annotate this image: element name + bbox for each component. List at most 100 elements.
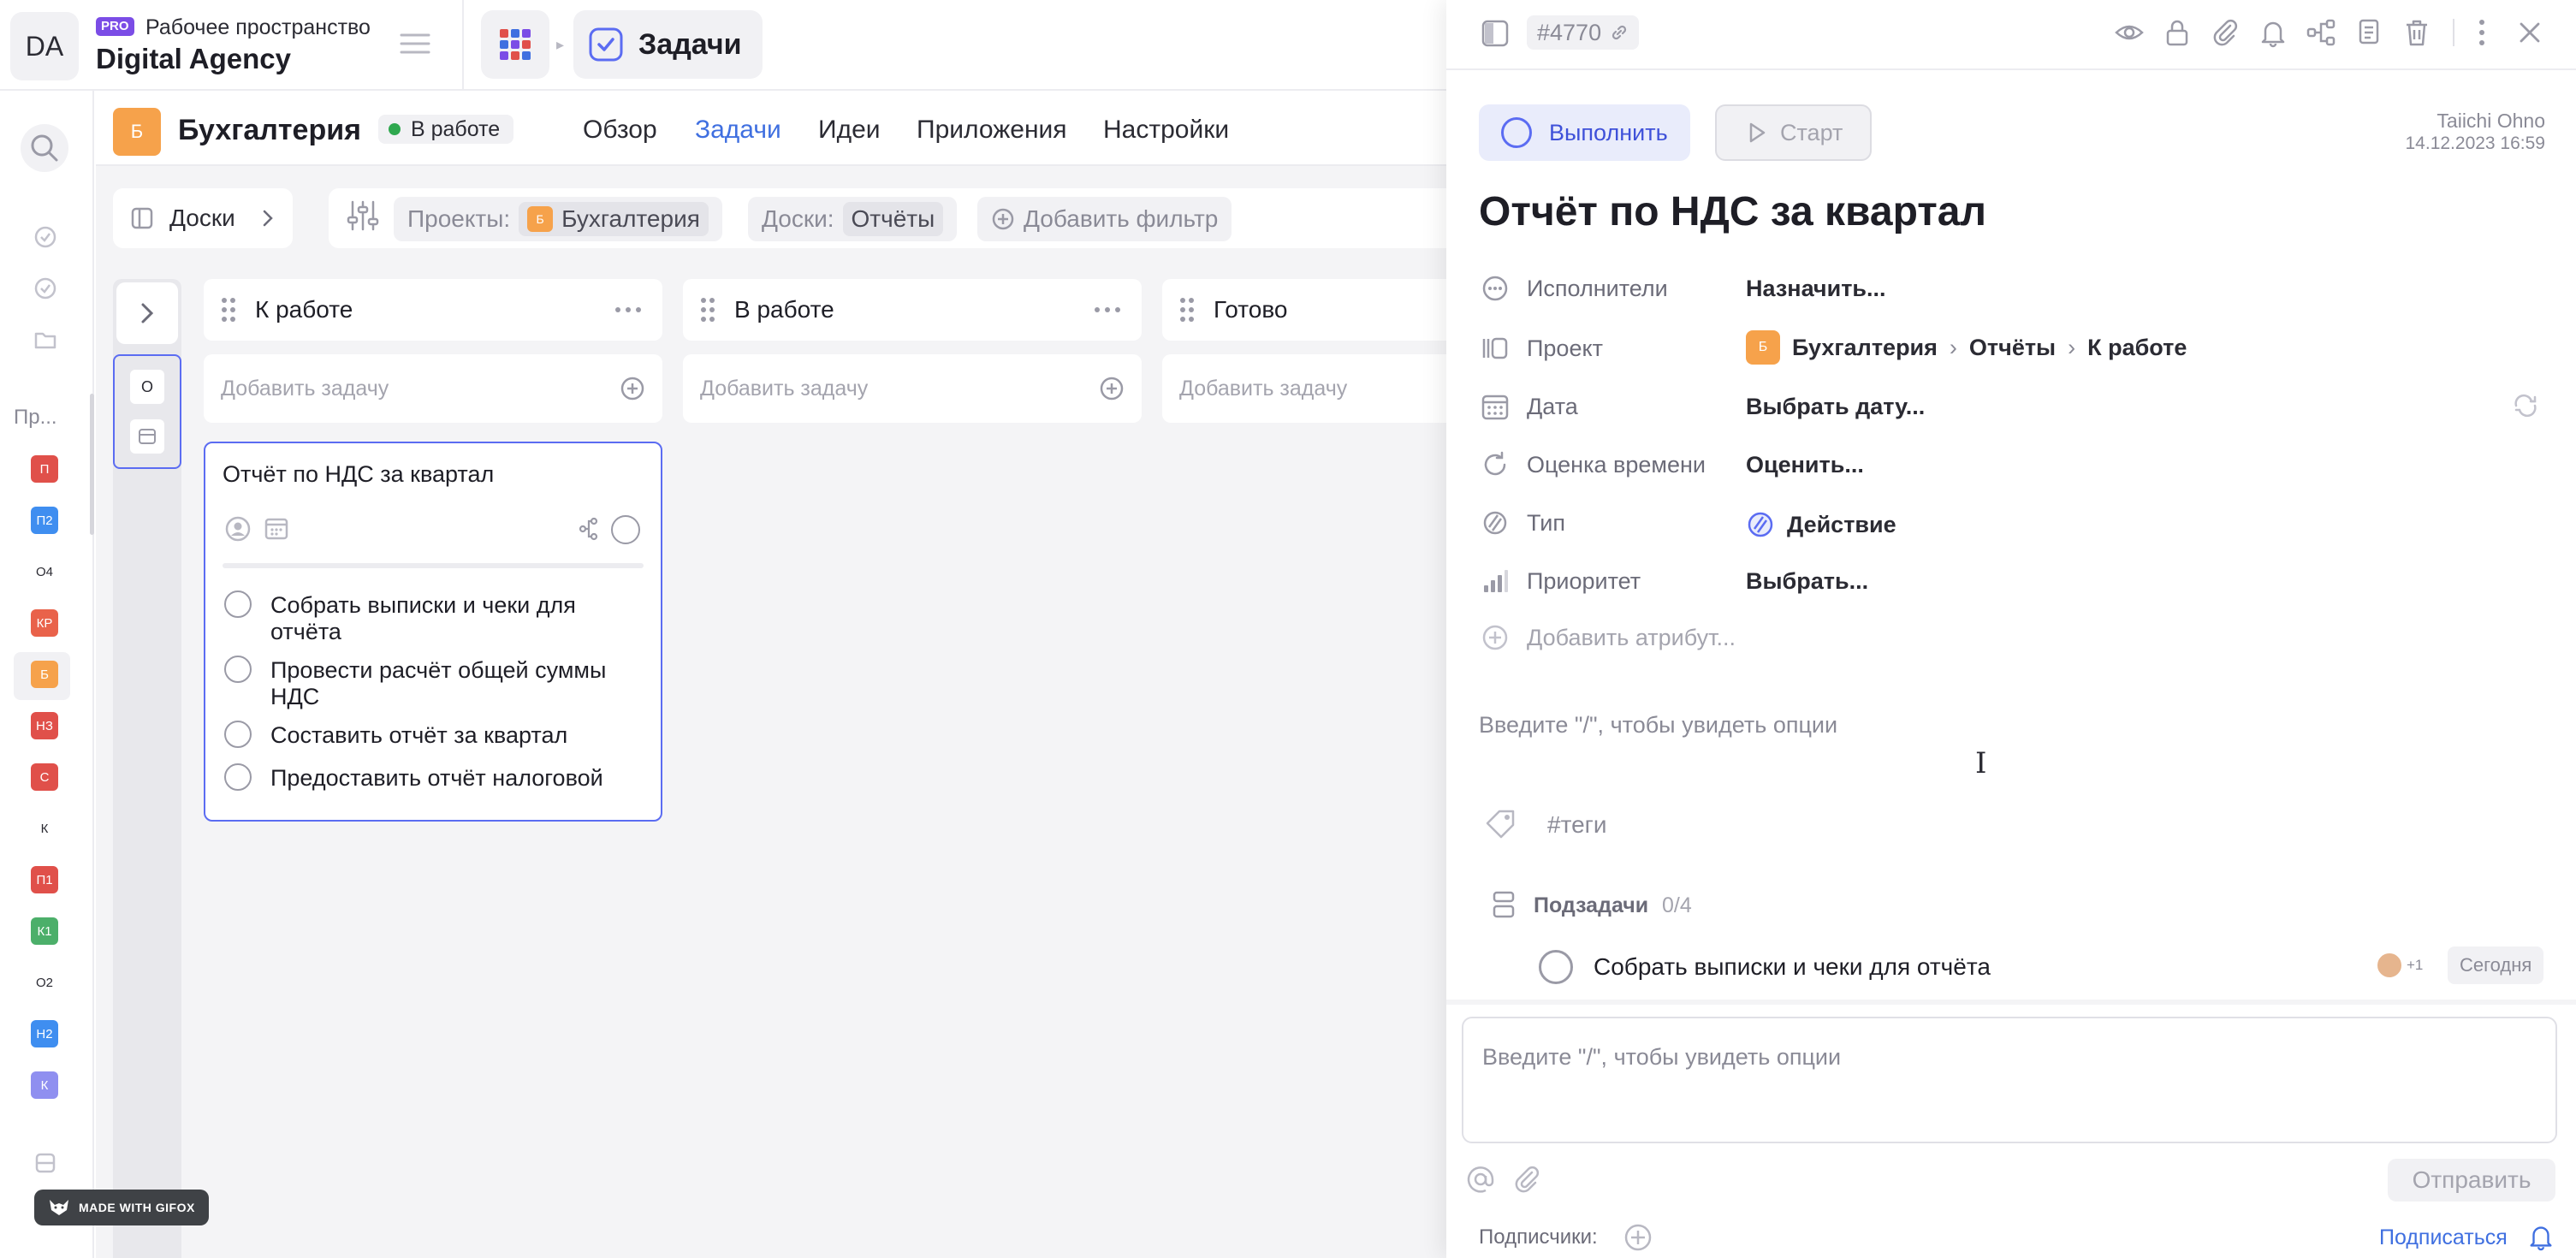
subtask-checkbox[interactable]: [1539, 950, 1573, 984]
rail-project-k-2[interactable]: К: [31, 1071, 58, 1099]
menu-icon[interactable]: [399, 31, 431, 56]
subtask-due-badge[interactable]: Сегодня: [2448, 946, 2544, 984]
tab-overview[interactable]: Обзор: [583, 116, 657, 145]
more-vertical-icon[interactable]: [2466, 17, 2497, 48]
project-path-project[interactable]: Бухгалтерия: [1792, 335, 1938, 361]
checklist-checkbox[interactable]: [224, 763, 252, 791]
column-header-in-progress[interactable]: В работе: [683, 279, 1142, 341]
workspace-avatar[interactable]: DA: [10, 12, 79, 80]
checklist-item[interactable]: Составить отчёт за квартал: [224, 721, 635, 749]
checklist-item[interactable]: Предоставить отчёт налоговой: [224, 763, 635, 792]
repeat-icon[interactable]: [2511, 394, 2540, 418]
rail-project-p1[interactable]: П1: [31, 866, 58, 893]
rail-project-b[interactable]: Б: [31, 661, 58, 688]
copy-icon[interactable]: [2353, 17, 2384, 48]
project-avatar[interactable]: Б: [113, 108, 161, 156]
filter-chip-projects[interactable]: Проекты: Б Бухгалтерия: [394, 197, 722, 241]
task-status-circle[interactable]: [611, 515, 640, 544]
apps-grid-button[interactable]: [481, 10, 549, 79]
rail-scrollbar[interactable]: [90, 394, 94, 535]
comment-input[interactable]: [1462, 1017, 2557, 1143]
boards-selector-button[interactable]: Доски: [113, 188, 293, 248]
column-header-done[interactable]: Готово: [1162, 279, 1446, 341]
add-attribute-icon[interactable]: [1481, 623, 1510, 652]
subtasks-tree-icon[interactable]: [577, 517, 601, 541]
rail-project-p2[interactable]: П2: [31, 507, 58, 534]
breadcrumb-tasks[interactable]: Задачи: [573, 10, 763, 79]
project-path-board[interactable]: Отчёты: [1969, 335, 2056, 361]
description-editor[interactable]: Введите "/", чтобы увидеть опции: [1479, 712, 1837, 739]
task-title[interactable]: Отчёт по НДС за квартал: [1479, 188, 1986, 235]
add-task-input-todo[interactable]: Добавить задачу: [204, 354, 662, 423]
rail-project-n2[interactable]: Н2: [31, 1020, 58, 1047]
collapsed-item-o[interactable]: О: [130, 370, 164, 404]
attachment-icon[interactable]: [2210, 17, 2241, 48]
filter-sliders-icon[interactable]: [346, 199, 380, 233]
add-task-input-done[interactable]: Добавить задачу: [1162, 354, 1446, 423]
rail-project-o4[interactable]: О4: [31, 558, 58, 585]
start-button[interactable]: Старт: [1715, 104, 1873, 161]
sidebar-toggle-icon[interactable]: [1481, 19, 1510, 48]
checklist-checkbox[interactable]: [224, 590, 252, 618]
date-value[interactable]: Выбрать дату...: [1746, 394, 1925, 420]
mention-icon[interactable]: [1465, 1164, 1496, 1195]
tags-input[interactable]: #теги: [1547, 811, 1607, 839]
task-id-badge[interactable]: #4770: [1527, 15, 1640, 50]
subscribe-link[interactable]: Подписаться: [2379, 1225, 2508, 1250]
project-name[interactable]: Бухгалтерия: [178, 114, 361, 147]
add-subscriber-icon[interactable]: [1623, 1222, 1653, 1253]
tab-settings[interactable]: Настройки: [1103, 116, 1229, 145]
rail-folder-icon[interactable]: [33, 327, 58, 353]
assignee-icon[interactable]: [224, 515, 252, 543]
checklist-item[interactable]: Собрать выписки и чеки для отчёта: [224, 590, 635, 645]
hierarchy-icon[interactable]: [2306, 17, 2336, 48]
rail-project-o2[interactable]: О2: [31, 969, 58, 996]
filter-chip-boards[interactable]: Доски: Отчёты: [748, 197, 958, 241]
checklist-checkbox[interactable]: [224, 656, 252, 683]
complete-button[interactable]: Выполнить: [1479, 104, 1690, 161]
rail-archive-icon[interactable]: [33, 1150, 58, 1176]
rail-project-nz[interactable]: НЗ: [31, 712, 58, 739]
attachment-icon[interactable]: [1511, 1164, 1542, 1195]
rail-project-kr[interactable]: КР: [31, 609, 58, 637]
project-status-badge[interactable]: В работе: [378, 115, 514, 144]
checklist-item[interactable]: Провести расчёт общей суммы НДС: [224, 656, 635, 710]
bell-icon[interactable]: [2526, 1222, 2555, 1251]
type-value[interactable]: Действие: [1746, 510, 1896, 539]
task-card-title[interactable]: Отчёт по НДС за квартал: [223, 461, 494, 488]
rail-search-button[interactable]: [21, 124, 68, 172]
send-button[interactable]: Отправить: [2388, 1159, 2555, 1202]
add-filter-button[interactable]: Добавить фильтр: [977, 197, 1232, 241]
board-icon: [139, 429, 156, 444]
bell-icon[interactable]: [2258, 17, 2288, 48]
lock-icon[interactable]: [2162, 17, 2193, 48]
assignees-value[interactable]: Назначить...: [1746, 276, 1886, 302]
rail-project-s[interactable]: С: [31, 763, 58, 791]
priority-value[interactable]: Выбрать...: [1746, 568, 1868, 595]
task-author: Taiichi Ohno: [2437, 110, 2545, 132]
tab-ideas[interactable]: Идеи: [818, 116, 881, 145]
close-icon[interactable]: [2514, 17, 2545, 48]
tab-apps[interactable]: Приложения: [917, 116, 1067, 145]
tab-tasks[interactable]: Задачи: [695, 116, 781, 145]
add-attribute-button[interactable]: Добавить атрибут...: [1527, 625, 1736, 651]
add-task-input-in-progress[interactable]: Добавить задачу: [683, 354, 1142, 423]
trash-icon[interactable]: [2401, 17, 2432, 48]
project-path[interactable]: Б Бухгалтерия › Отчёты › К работе: [1746, 330, 2187, 365]
subtask-title[interactable]: Собрать выписки и чеки для отчёта: [1594, 953, 1991, 981]
workspace-name[interactable]: Digital Agency: [96, 43, 291, 75]
rail-project-p[interactable]: П: [31, 455, 58, 483]
calendar-icon[interactable]: [264, 515, 289, 541]
rail-done-icon[interactable]: [33, 276, 58, 301]
column-header-todo[interactable]: К работе: [204, 279, 662, 341]
estimate-value[interactable]: Оценить...: [1746, 452, 1864, 478]
avatar[interactable]: [2376, 952, 2403, 979]
expand-column-button[interactable]: [116, 282, 178, 344]
rail-project-k[interactable]: К: [31, 815, 58, 842]
project-path-column[interactable]: К работе: [2087, 335, 2187, 361]
collapsed-item-board[interactable]: [130, 419, 164, 454]
watch-eye-icon[interactable]: [2114, 17, 2145, 48]
rail-my-tasks-icon[interactable]: [33, 224, 58, 250]
checklist-checkbox[interactable]: [224, 721, 252, 748]
rail-project-k1[interactable]: К1: [31, 917, 58, 945]
